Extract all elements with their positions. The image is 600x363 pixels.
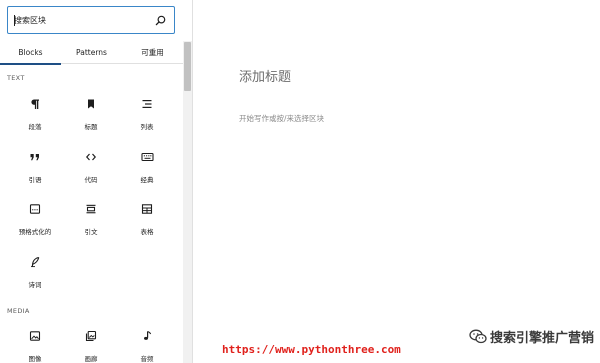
- block-label: 画廊: [84, 355, 98, 363]
- block-label: 引文: [84, 228, 98, 236]
- block-label: 代码: [84, 176, 98, 184]
- block-list[interactable]: 列表: [119, 97, 175, 139]
- block-label: 诗词: [28, 281, 42, 289]
- block-paragraph[interactable]: 段落: [7, 97, 63, 139]
- search-box[interactable]: [7, 6, 175, 34]
- category-heading-text: TEXT: [7, 74, 25, 82]
- block-audio[interactable]: 音频: [119, 329, 175, 363]
- block-code[interactable]: 代码: [63, 150, 119, 192]
- image-icon: [28, 329, 42, 343]
- block-label: 音频: [140, 355, 154, 363]
- block-label: 图像: [28, 355, 42, 363]
- block-gallery[interactable]: 画廊: [63, 329, 119, 363]
- post-body-placeholder[interactable]: 开始写作或按/来选择区块: [239, 113, 324, 124]
- block-table[interactable]: 表格: [119, 202, 175, 244]
- block-verse[interactable]: 诗词: [7, 255, 63, 297]
- wechat-watermark: 搜索引擎推广营销: [469, 327, 594, 346]
- pullquote-icon: [84, 202, 98, 216]
- url-watermark: https://www.pythonthree.com: [222, 343, 401, 356]
- wechat-icon: [469, 329, 487, 344]
- tab-reusable[interactable]: 可重用: [122, 41, 183, 64]
- search-input[interactable]: [14, 12, 149, 28]
- post-title-placeholder[interactable]: 添加标题: [239, 66, 291, 85]
- block-classic[interactable]: 经典: [119, 150, 175, 192]
- tab-patterns[interactable]: Patterns: [61, 41, 122, 64]
- block-heading[interactable]: 标题: [63, 97, 119, 139]
- scrollbar-thumb[interactable]: [184, 42, 191, 91]
- block-label: 经典: [140, 176, 154, 184]
- quote-icon: [28, 150, 42, 164]
- search-icon: [155, 15, 165, 25]
- table-icon: [140, 202, 154, 216]
- block-label: 引语: [28, 176, 42, 184]
- block-quote[interactable]: 引语: [7, 150, 63, 192]
- text-caret: [14, 15, 15, 26]
- keyboard-icon: [140, 150, 154, 164]
- inserter-tabs: Blocks Patterns 可重用: [0, 41, 183, 65]
- gallery-icon: [84, 329, 98, 343]
- block-preformatted[interactable]: 预格式化的: [7, 202, 63, 244]
- block-inserter-panel: Blocks Patterns 可重用 TEXT 段落 标题: [0, 0, 193, 363]
- code-icon: [84, 150, 98, 164]
- feather-icon: [28, 255, 42, 269]
- wechat-account-name: 搜索引擎推广营销: [489, 331, 594, 346]
- block-label: 表格: [140, 228, 154, 236]
- preformatted-icon: [28, 202, 42, 216]
- block-image[interactable]: 图像: [7, 329, 63, 363]
- block-label: 段落: [28, 123, 42, 131]
- category-heading-media: MEDIA: [7, 307, 30, 315]
- paragraph-icon: [28, 97, 42, 111]
- editor-canvas[interactable]: 添加标题 开始写作或按/来选择区块: [193, 0, 600, 363]
- heading-bookmark-icon: [84, 97, 98, 111]
- list-icon: [140, 97, 154, 111]
- block-label: 预格式化的: [18, 228, 52, 236]
- block-label: 标题: [84, 123, 98, 131]
- block-label: 列表: [140, 123, 154, 131]
- search-button[interactable]: [152, 12, 168, 28]
- audio-icon: [140, 329, 154, 343]
- tab-blocks[interactable]: Blocks: [0, 41, 61, 65]
- block-pullquote[interactable]: 引文: [63, 202, 119, 244]
